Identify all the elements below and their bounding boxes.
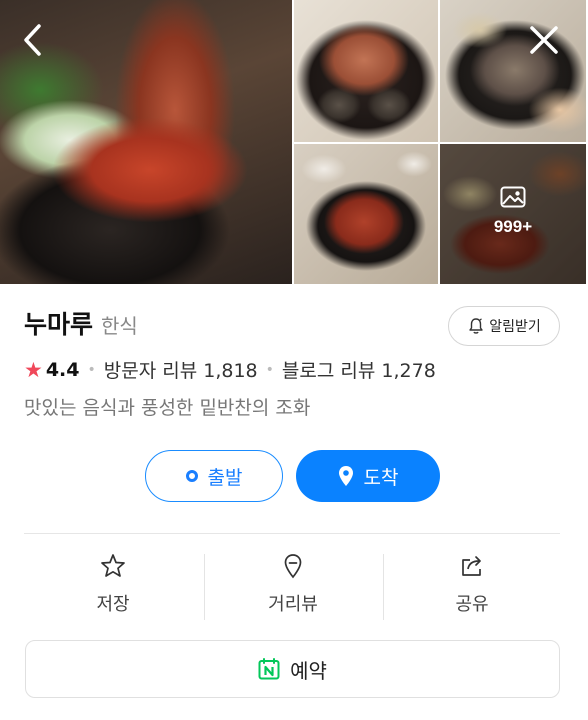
share-button[interactable]: 공유: [383, 552, 561, 622]
divider: [24, 533, 560, 534]
location-pin-icon: [338, 466, 353, 486]
back-button[interactable]: [14, 20, 54, 60]
reservation-button[interactable]: 예약: [25, 640, 560, 698]
location-pin-icon: [284, 554, 302, 579]
naver-reservation-icon: [258, 658, 280, 680]
gallery-photo[interactable]: [440, 0, 586, 142]
arrive-route-label: 도착: [363, 466, 399, 489]
photo-gallery: 999+: [0, 0, 586, 284]
share-icon: [462, 556, 481, 576]
chevron-left-icon: [24, 24, 41, 56]
share-label: 공유: [455, 594, 489, 615]
blog-reviews-link[interactable]: 블로그 리뷰 1,278: [282, 356, 436, 383]
more-photos-count: 999+: [493, 217, 533, 236]
reservation-label: 예약: [290, 658, 327, 683]
start-route-button[interactable]: 출발: [145, 450, 283, 502]
gallery-photo[interactable]: [294, 144, 438, 284]
separator-dot: •: [265, 361, 274, 378]
star-icon: ★: [24, 357, 43, 382]
close-button[interactable]: [524, 20, 564, 60]
place-title-row: 누마루 한식: [24, 305, 138, 341]
notify-button[interactable]: 알림받기: [448, 306, 560, 346]
visitor-reviews-link[interactable]: 방문자 리뷰 1,818: [104, 356, 258, 383]
save-label: 저장: [96, 594, 130, 615]
star-outline-icon: [101, 554, 125, 577]
gallery-photo[interactable]: [294, 0, 438, 142]
bell-icon: [469, 318, 483, 334]
origin-dot-icon: [185, 470, 198, 482]
place-category: 한식: [101, 314, 138, 338]
arrive-route-button[interactable]: 도착: [296, 450, 440, 502]
review-stats: ★ 4.4 • 방문자 리뷰 1,818 • 블로그 리뷰 1,278: [24, 356, 436, 383]
separator-dot: •: [87, 361, 96, 378]
rating-value: 4.4: [45, 358, 80, 381]
street-view-label: 거리뷰: [268, 594, 318, 615]
close-icon: [530, 26, 558, 54]
save-button[interactable]: 저장: [24, 552, 202, 622]
start-route-label: 출발: [207, 466, 243, 489]
place-description: 맛있는 음식과 풍성한 밑반찬의 조화: [24, 397, 311, 419]
image-icon: [500, 186, 526, 208]
place-name: 누마루: [24, 310, 94, 339]
more-photos-tile[interactable]: 999+: [440, 144, 586, 284]
street-view-button[interactable]: 거리뷰: [204, 552, 382, 622]
notify-label: 알림받기: [489, 319, 541, 335]
